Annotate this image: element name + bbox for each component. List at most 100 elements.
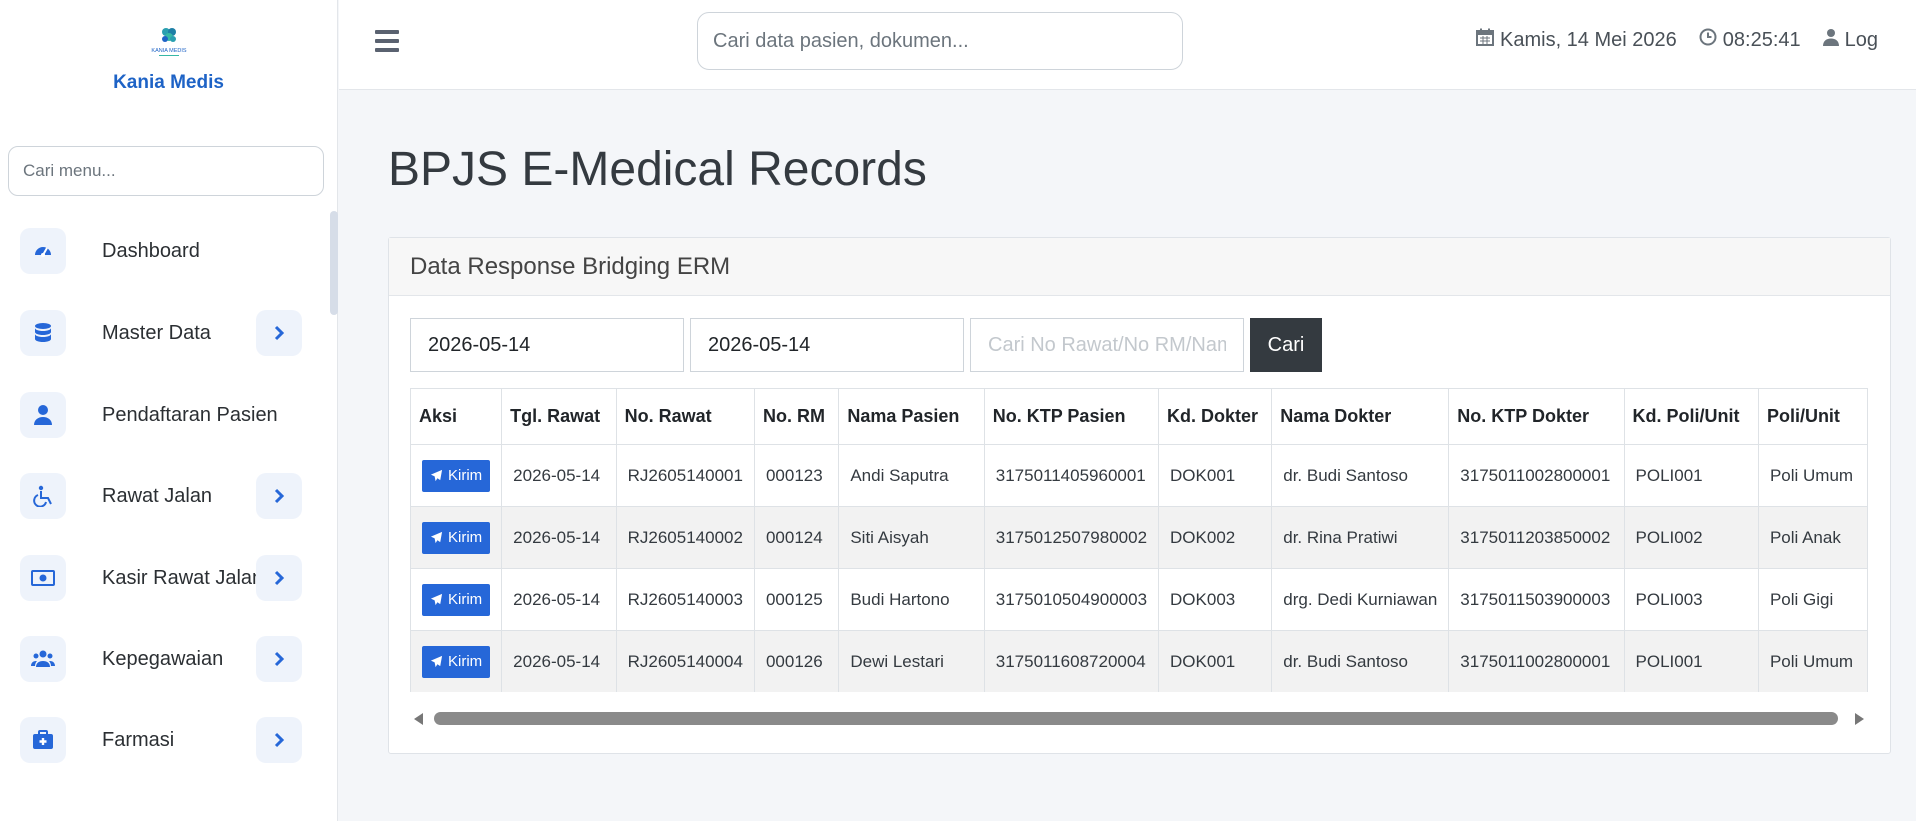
sidebar-scrollbar[interactable] <box>330 211 338 315</box>
paper-plane-icon <box>430 593 443 606</box>
send-button[interactable]: Kirim <box>422 645 491 678</box>
send-button[interactable]: Kirim <box>422 459 491 492</box>
search-button[interactable]: Cari <box>1250 318 1322 372</box>
column-header: Kd. Poli/Unit <box>1623 388 1759 445</box>
table-cell: 3175011503900003 <box>1448 568 1625 631</box>
chevron-right-icon[interactable] <box>256 310 302 356</box>
action-cell: Kirim <box>410 630 503 692</box>
table-row: Kirim 2026-05-14 RJ2605140003 000125 Bud… <box>410 568 1868 631</box>
table-cell: 000124 <box>753 506 840 569</box>
sidebar-item-label: Kasir Rawat Jalan <box>102 566 264 589</box>
date-from-input[interactable] <box>410 318 684 372</box>
paper-plane-icon <box>430 469 443 482</box>
date-display: Kamis, 14 Mei 2026 <box>1476 28 1677 52</box>
table-cell: RJ2605140001 <box>615 444 755 507</box>
data-table: Aksi Tgl. Rawat No. Rawat No. RM Nama Pa… <box>410 388 1868 692</box>
table-cell: 3175011608720004 <box>983 630 1160 692</box>
table-cell: 2026-05-14 <box>501 630 617 692</box>
send-button[interactable]: Kirim <box>422 521 491 554</box>
sidebar-item-label: Pendaftaran Pasien <box>102 403 278 426</box>
sidebar-item-dashboard[interactable]: Dashboard <box>20 226 302 276</box>
sidebar-item-label: Farmasi <box>102 728 175 751</box>
paper-plane-icon <box>430 655 443 668</box>
column-header: No. KTP Pasien <box>983 388 1160 445</box>
gauge-icon <box>20 228 66 274</box>
table-cell: POLI001 <box>1623 444 1759 507</box>
sidebar-item-kasir-rawat-jalan[interactable]: Kasir Rawat Jalan <box>20 553 302 603</box>
table-cell: DOK002 <box>1158 506 1273 569</box>
chevron-right-icon[interactable] <box>256 717 302 763</box>
chevron-right-icon[interactable] <box>256 555 302 601</box>
sidebar-item-master-data[interactable]: Master Data <box>20 308 302 358</box>
table-row: Kirim 2026-05-14 RJ2605140001 000123 And… <box>410 444 1868 507</box>
global-search-input[interactable] <box>697 12 1183 70</box>
table-cell: Siti Aisyah <box>838 506 985 569</box>
scroll-right-icon[interactable] <box>1855 713 1864 725</box>
table-cell: 000123 <box>753 444 840 507</box>
users-icon <box>20 636 66 682</box>
table-cell: 3175012507980002 <box>983 506 1160 569</box>
scroll-left-icon[interactable] <box>414 713 423 725</box>
action-cell: Kirim <box>410 506 503 569</box>
calendar-icon <box>1476 28 1494 52</box>
table-cell: 3175010504900003 <box>983 568 1160 631</box>
table-cell: Budi Hartono <box>838 568 985 631</box>
send-label: Kirim <box>448 529 483 546</box>
table-cell: RJ2605140003 <box>615 568 755 631</box>
date-to-input[interactable] <box>690 318 964 372</box>
table-cell: 2026-05-14 <box>501 444 617 507</box>
column-header: Nama Pasien <box>838 388 985 445</box>
sidebar-item-kepegawaian[interactable]: Kepegawaian <box>20 634 302 684</box>
table-cell: DOK001 <box>1158 630 1273 692</box>
column-header: Kd. Dokter <box>1158 388 1273 445</box>
brand-name: Kania Medis <box>113 72 224 93</box>
card-title: Data Response Bridging ERM <box>389 238 1890 296</box>
page-title: BPJS E-Medical Records <box>388 143 927 196</box>
header-info: Kamis, 14 Mei 2026 08:25:41 Log <box>1476 28 1878 52</box>
table-cell: 2026-05-14 <box>501 568 617 631</box>
hamburger-menu-icon[interactable] <box>375 30 399 52</box>
user-icon <box>20 392 66 438</box>
table-cell: 3175011002800001 <box>1448 630 1625 692</box>
table-cell: Poli Anak <box>1757 506 1868 569</box>
column-header: No. KTP Dokter <box>1448 388 1625 445</box>
filter-row: Cari <box>410 318 1322 372</box>
menu-search-input[interactable] <box>8 146 324 196</box>
sidebar-item-label: Kepegawaian <box>102 647 224 670</box>
send-button[interactable]: Kirim <box>422 583 491 616</box>
table-cell: RJ2605140004 <box>615 630 755 692</box>
chevron-right-icon[interactable] <box>256 473 302 519</box>
data-table-container: Aksi Tgl. Rawat No. Rawat No. RM Nama Pa… <box>410 388 1868 692</box>
table-cell: Andi Saputra <box>838 444 985 507</box>
send-label: Kirim <box>448 591 483 608</box>
clock-icon <box>1699 28 1717 52</box>
topbar: Kamis, 14 Mei 2026 08:25:41 Log <box>339 0 1916 90</box>
table-cell: dr. Budi Santoso <box>1271 630 1450 692</box>
action-cell: Kirim <box>410 568 503 631</box>
date-text: Kamis, 14 Mei 2026 <box>1500 28 1677 51</box>
wheelchair-icon <box>20 473 66 519</box>
horizontal-scrollbar[interactable] <box>410 710 1868 728</box>
sidebar-item-label: Master Data <box>102 321 211 344</box>
send-label: Kirim <box>448 653 483 670</box>
column-header: No. RM <box>753 388 840 445</box>
table-cell: 3175011203850002 <box>1448 506 1625 569</box>
column-header: Poli/Unit <box>1757 388 1868 445</box>
money-icon <box>20 555 66 601</box>
user-menu[interactable]: Log <box>1822 28 1878 52</box>
sidebar-item-rawat-jalan[interactable]: Rawat Jalan <box>20 471 302 521</box>
keyword-search-input[interactable] <box>970 318 1244 372</box>
sidebar-item-pendaftaran-pasien[interactable]: Pendaftaran Pasien <box>20 390 302 440</box>
table-cell: Poli Umum <box>1757 630 1868 692</box>
table-cell: Poli Gigi <box>1757 568 1868 631</box>
scrollbar-thumb[interactable] <box>434 712 1838 725</box>
table-cell: Dewi Lestari <box>838 630 985 692</box>
sidebar: KANIA MEDIS Kania Medis Dashboard Master… <box>0 0 338 821</box>
table-cell: dr. Rina Pratiwi <box>1271 506 1450 569</box>
chevron-right-icon[interactable] <box>256 636 302 682</box>
sidebar-item-farmasi[interactable]: Farmasi <box>20 715 302 765</box>
database-icon <box>20 310 66 356</box>
sidebar-item-label: Rawat Jalan <box>102 484 213 507</box>
table-cell: 000125 <box>753 568 840 631</box>
brand[interactable]: KANIA MEDIS Kania Medis <box>0 0 337 112</box>
